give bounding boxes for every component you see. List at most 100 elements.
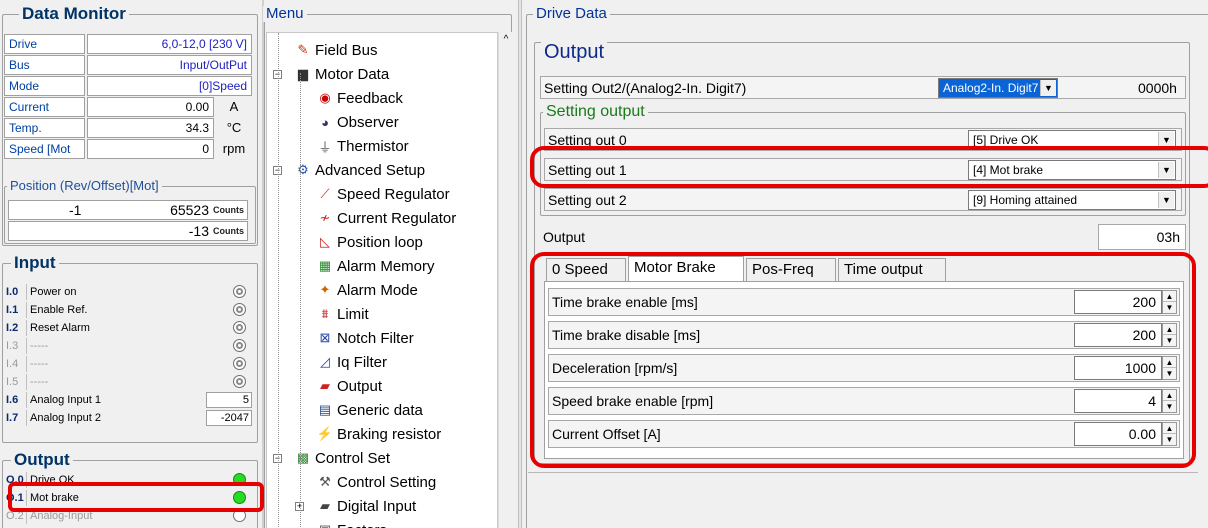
- setting-out2-hex: 0000h: [1138, 80, 1177, 96]
- menu-item-label: Braking resistor: [337, 425, 442, 443]
- feedback-icon: ◉: [319, 90, 331, 105]
- menu-item-observer[interactable]: ◕ Observer: [317, 111, 399, 133]
- output-value-row: Output: [540, 224, 1186, 250]
- menu-item-position-loop[interactable]: ◺ Position loop: [317, 231, 423, 253]
- output-led-icon: [233, 509, 246, 522]
- param-label: Time brake disable [ms]: [552, 327, 701, 343]
- setting-out-label: Setting out 1: [548, 161, 627, 178]
- position-offset: 65523: [170, 202, 209, 218]
- input-led-icon: [233, 303, 246, 316]
- position-unit: Counts: [213, 205, 244, 215]
- menu-item-generic-data[interactable]: ▤ Generic data: [317, 399, 423, 421]
- param-spinner[interactable]: ▲ ▼: [1162, 356, 1177, 380]
- param-label: Speed brake enable [rpm]: [552, 393, 714, 409]
- output-row: O.1 Mot brake: [6, 489, 252, 506]
- param-spinner[interactable]: ▲ ▼: [1162, 422, 1177, 446]
- spin-down-icon[interactable]: ▼: [1163, 368, 1176, 379]
- menu-item-limit[interactable]: ⩩ Limit: [317, 303, 369, 325]
- tab-0-speed[interactable]: 0 Speed: [546, 258, 626, 282]
- spin-up-icon[interactable]: ▲: [1163, 423, 1176, 434]
- output-led-icon: [233, 473, 246, 486]
- param-input[interactable]: 1000: [1074, 356, 1162, 380]
- chevron-down-icon[interactable]: ▼: [1158, 132, 1174, 148]
- drive-output-title: Output: [541, 41, 608, 63]
- menu-item-output[interactable]: ▰ Output: [317, 375, 382, 397]
- param-input[interactable]: 200: [1074, 290, 1162, 314]
- menu-item-control-setting[interactable]: ⚒ Control Setting: [317, 471, 436, 493]
- param-input[interactable]: 4: [1074, 389, 1162, 413]
- input-id: I.7: [6, 411, 19, 424]
- menu-item-iq-filter[interactable]: ◿ Iq Filter: [317, 351, 387, 373]
- menu-item-factors[interactable]: ▣ Factors: [317, 519, 387, 528]
- input-led-icon: [233, 321, 246, 334]
- output-id: O.1: [6, 491, 24, 504]
- spin-up-icon[interactable]: ▲: [1163, 357, 1176, 368]
- data-monitor-unit: rpm: [222, 141, 246, 156]
- menu-item-braking-resistor[interactable]: ⚡ Braking resistor: [317, 423, 441, 445]
- menu-item-label: Notch Filter: [337, 329, 414, 347]
- data-monitor-row: Current 0.00 A: [4, 97, 252, 117]
- menu-item-label: Limit: [337, 305, 369, 323]
- menu-item-advanced-setup[interactable]: ⚙ Advanced Setup: [295, 159, 425, 181]
- spin-down-icon[interactable]: ▼: [1163, 335, 1176, 346]
- menu-item-field-bus[interactable]: ✎ Field Bus: [295, 39, 378, 61]
- menu-item-alarm-mode[interactable]: ✦ Alarm Mode: [317, 279, 418, 301]
- splitter-right[interactable]: [518, 0, 522, 528]
- menu-item-current-regulator[interactable]: ≁ Current Regulator: [317, 207, 457, 229]
- input-name: Analog Input 1: [26, 391, 206, 408]
- tab-time-output[interactable]: Time output: [838, 258, 946, 282]
- limit-icon: ⩩: [321, 306, 329, 321]
- menu-item-label: Generic data: [337, 401, 423, 419]
- param-spinner[interactable]: ▲ ▼: [1162, 389, 1177, 413]
- data-monitor-title: Data Monitor: [19, 5, 129, 22]
- spin-up-icon[interactable]: ▲: [1163, 390, 1176, 401]
- menu-item-label: Factors: [337, 522, 387, 528]
- param-spinner[interactable]: ▲ ▼: [1162, 323, 1177, 347]
- spin-up-icon[interactable]: ▲: [1163, 324, 1176, 335]
- input-id: I.3: [6, 339, 19, 352]
- menu-item-control-set[interactable]: ▩ Control Set: [295, 447, 390, 469]
- setting-out-select[interactable]: [4] Mot brake ▼: [968, 160, 1176, 180]
- spin-down-icon[interactable]: ▼: [1163, 434, 1176, 445]
- param-label: Current Offset [A]: [552, 426, 661, 442]
- spin-down-icon[interactable]: ▼: [1163, 401, 1176, 412]
- data-monitor-value: 6,0-12,0 [230 V]: [87, 34, 252, 54]
- menu-item-feedback[interactable]: ◉ Feedback: [317, 87, 403, 109]
- chevron-down-icon[interactable]: ▼: [1158, 192, 1174, 208]
- menu-item-thermistor[interactable]: ⏚ Thermistor: [317, 135, 408, 157]
- menu-item-motor-data[interactable]: ▆ Motor Data: [295, 63, 389, 85]
- setting-out-label: Setting out 0: [548, 131, 627, 148]
- param-input[interactable]: 0.00: [1074, 422, 1162, 446]
- tab-motor-brake[interactable]: Motor Brake: [628, 256, 744, 282]
- input-row: I.7 Analog Input 2 -2047: [6, 409, 252, 426]
- position-loop-icon: ◺: [320, 234, 330, 249]
- menu-item-label: Alarm Mode: [337, 281, 418, 299]
- output-value: 03h: [1156, 229, 1180, 245]
- tab-pos-freq[interactable]: Pos-Freq: [746, 258, 836, 282]
- param-spinner[interactable]: ▲ ▼: [1162, 290, 1177, 314]
- setting-out2-select[interactable]: Analog2-In. Digit7 ▼: [938, 78, 1058, 98]
- spin-down-icon[interactable]: ▼: [1163, 302, 1176, 313]
- menu-item-alarm-memory[interactable]: ▦ Alarm Memory: [317, 255, 435, 277]
- output-name: Mot brake: [26, 489, 233, 506]
- param-label: Deceleration [rpm/s]: [552, 360, 678, 376]
- chevron-down-icon[interactable]: ▼: [1158, 162, 1174, 178]
- input-name: -----: [26, 355, 233, 372]
- setting-out-select[interactable]: [9] Homing attained ▼: [968, 190, 1176, 210]
- param-input[interactable]: 200: [1074, 323, 1162, 347]
- menu-item-speed-regulator[interactable]: ⟋ Speed Regulator: [317, 183, 449, 205]
- menu-item-notch-filter[interactable]: ⊠ Notch Filter: [317, 327, 414, 349]
- spin-up-icon[interactable]: ▲: [1163, 291, 1176, 302]
- data-monitor-label: Mode: [4, 76, 85, 96]
- scroll-up-icon[interactable]: ^: [499, 32, 513, 48]
- setting-out-select[interactable]: [5] Drive OK ▼: [968, 130, 1176, 150]
- output-icon: ▰: [320, 378, 330, 393]
- input-name: -----: [26, 337, 233, 354]
- advanced-setup-icon: ⚙: [297, 162, 309, 177]
- menu-item-label: Alarm Memory: [337, 257, 435, 275]
- speed-regulator-icon: ⟋: [320, 186, 330, 201]
- chevron-down-icon[interactable]: ▼: [1040, 80, 1056, 96]
- menu-item-digital-input[interactable]: ▰ Digital Input: [317, 495, 416, 517]
- position-row-1: -1 65523 Counts: [8, 200, 248, 220]
- menu-scrollbar[interactable]: ^: [498, 32, 513, 528]
